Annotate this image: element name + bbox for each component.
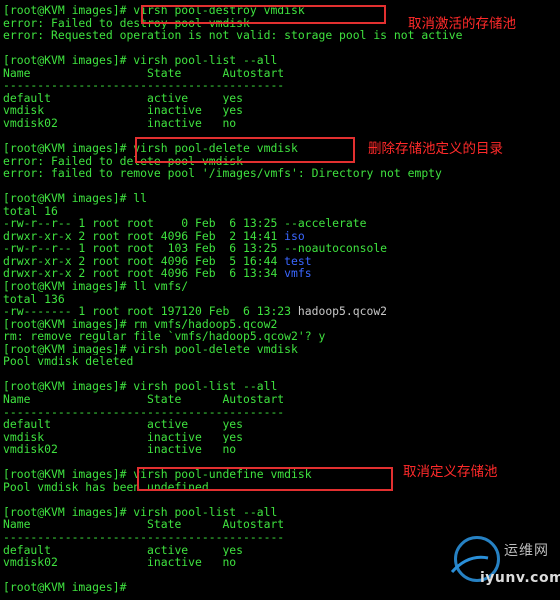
watermark-logo: 运维网 iyunv.com bbox=[450, 530, 560, 596]
terminal-text: default active yes bbox=[3, 418, 244, 431]
watermark-title: 运维网 bbox=[504, 543, 549, 559]
terminal-line: [root@KVM images]# ll bbox=[3, 192, 555, 205]
terminal-line: drwxr-xr-x 2 root root 4096 Feb 6 13:34 … bbox=[3, 267, 555, 280]
terminal-text: default active yes bbox=[3, 91, 244, 105]
terminal-text: vmdisk02 inactive no bbox=[3, 116, 237, 130]
terminal-line: [root@KVM images]# virsh pool-list --all bbox=[3, 54, 555, 67]
terminal-text: -rw-r--r-- 1 root root 103 Feb 6 13:25 -… bbox=[3, 242, 388, 255]
terminal-text: vmdisk02 inactive no bbox=[3, 556, 237, 569]
terminal-line: ----------------------------------------… bbox=[3, 406, 555, 419]
terminal-line: drwxr-xr-x 2 root root 4096 Feb 2 14:41 … bbox=[3, 230, 555, 243]
terminal-line: total 136 bbox=[3, 293, 555, 306]
terminal-line: ----------------------------------------… bbox=[3, 79, 555, 92]
terminal-text: ----------------------------------------… bbox=[3, 530, 285, 544]
terminal-text: [root@KVM images]# virsh pool-list --all bbox=[3, 54, 278, 67]
terminal-text: [root@KVM images]# rm vmfs/hadoop5.qcow2 bbox=[3, 317, 278, 331]
terminal-text: total 136 bbox=[3, 292, 65, 306]
terminal-text: Name State Autostart bbox=[3, 392, 285, 406]
terminal-text: [root@KVM images]# virsh pool-list --all bbox=[3, 505, 278, 519]
terminal-screenshot: [root@KVM images]# virsh pool-destroy vm… bbox=[0, 0, 560, 600]
terminal-line: vmdisk02 inactive no bbox=[3, 443, 555, 456]
terminal-line: error: failed to remove pool '/images/vm… bbox=[3, 167, 555, 180]
terminal-text: Name State Autostart bbox=[3, 66, 285, 80]
terminal-line: vmdisk inactive yes bbox=[3, 104, 555, 117]
terminal-text: drwxr-xr-x 2 root root 4096 Feb 2 14:41 bbox=[3, 229, 285, 243]
callout-label-pool-undefine: 取消定义存储池 bbox=[403, 464, 498, 480]
terminal-line: [root@KVM images]# ll vmfs/ bbox=[3, 280, 555, 293]
terminal-text: [root@KVM images]# bbox=[3, 581, 134, 594]
terminal-text: vmdisk02 inactive no bbox=[3, 443, 237, 456]
terminal-text: rm: remove regular file `vmfs/hadoop5.qc… bbox=[3, 330, 326, 343]
terminal-line: Name State Autostart bbox=[3, 393, 555, 406]
terminal-text: vmdisk inactive yes bbox=[3, 430, 244, 444]
terminal-line: rm: remove regular file `vmfs/hadoop5.qc… bbox=[3, 330, 555, 343]
terminal-output[interactable]: [root@KVM images]# virsh pool-destroy vm… bbox=[3, 4, 555, 594]
directory-name: vmfs bbox=[284, 267, 312, 281]
terminal-line: -rw------- 1 root root 197120 Feb 6 13:2… bbox=[3, 305, 555, 318]
terminal-line: Pool vmdisk deleted bbox=[3, 355, 555, 368]
watermark-url: iyunv.com bbox=[480, 570, 560, 586]
terminal-text: -rw------- 1 root root 197120 Feb 6 13:2… bbox=[3, 305, 298, 318]
terminal-text: [root@KVM images]# virsh pool-list --all bbox=[3, 380, 278, 393]
terminal-line: -rw-r--r-- 1 root root 103 Feb 6 13:25 -… bbox=[3, 242, 555, 255]
terminal-text: [root@KVM images]# ll bbox=[3, 192, 148, 205]
terminal-line: [root@KVM images]# rm vmfs/hadoop5.qcow2 bbox=[3, 318, 555, 331]
terminal-text: error: Requested operation is not valid:… bbox=[3, 29, 463, 42]
terminal-line: default active yes bbox=[3, 418, 555, 431]
callout-box-pool-destroy bbox=[141, 5, 386, 24]
terminal-text: hadoop5.qcow2 bbox=[297, 305, 388, 318]
terminal-line: total 16 bbox=[3, 205, 555, 218]
terminal-text: default active yes bbox=[3, 543, 244, 557]
terminal-line: [root@KVM images]# virsh pool-list --all bbox=[3, 506, 555, 519]
terminal-text: error: failed to remove pool '/images/vm… bbox=[3, 167, 442, 180]
terminal-line: -rw-r--r-- 1 root root 0 Feb 6 13:25 --a… bbox=[3, 217, 555, 230]
terminal-line: default active yes bbox=[3, 92, 555, 105]
terminal-text: Pool vmdisk deleted bbox=[3, 355, 134, 368]
directory-name: iso bbox=[284, 229, 305, 243]
terminal-line: [root@KVM images]# virsh pool-delete vmd… bbox=[3, 343, 555, 356]
callout-label-pool-destroy: 取消激活的存储池 bbox=[408, 16, 516, 32]
terminal-line: drwxr-xr-x 2 root root 4096 Feb 5 16:44 … bbox=[3, 255, 555, 268]
directory-name: test bbox=[284, 254, 312, 268]
terminal-text: -rw-r--r-- 1 root root 0 Feb 6 13:25 --a… bbox=[3, 217, 367, 230]
terminal-text: vmdisk inactive yes bbox=[3, 104, 244, 117]
terminal-text: drwxr-xr-x 2 root root 4096 Feb 6 13:34 bbox=[3, 267, 285, 281]
terminal-text: ----------------------------------------… bbox=[3, 79, 285, 92]
terminal-line: Name State Autostart bbox=[3, 67, 555, 80]
terminal-line: [root@KVM images]# virsh pool-list --all bbox=[3, 380, 555, 393]
callout-box-pool-undefine bbox=[137, 467, 393, 491]
terminal-line: vmdisk02 inactive no bbox=[3, 117, 555, 130]
callout-box-pool-delete bbox=[135, 137, 355, 163]
terminal-text: ----------------------------------------… bbox=[3, 405, 285, 419]
callout-label-pool-delete: 删除存储池定义的目录 bbox=[368, 141, 503, 157]
terminal-line: vmdisk inactive yes bbox=[3, 431, 555, 444]
terminal-text: total 16 bbox=[3, 204, 58, 218]
terminal-text: [root@KVM images]# virsh pool-delete vmd… bbox=[3, 342, 298, 356]
terminal-text: [root@KVM images]# ll vmfs/ bbox=[3, 280, 189, 293]
terminal-text: drwxr-xr-x 2 root root 4096 Feb 5 16:44 bbox=[3, 254, 285, 268]
terminal-text: Name State Autostart bbox=[3, 518, 285, 531]
